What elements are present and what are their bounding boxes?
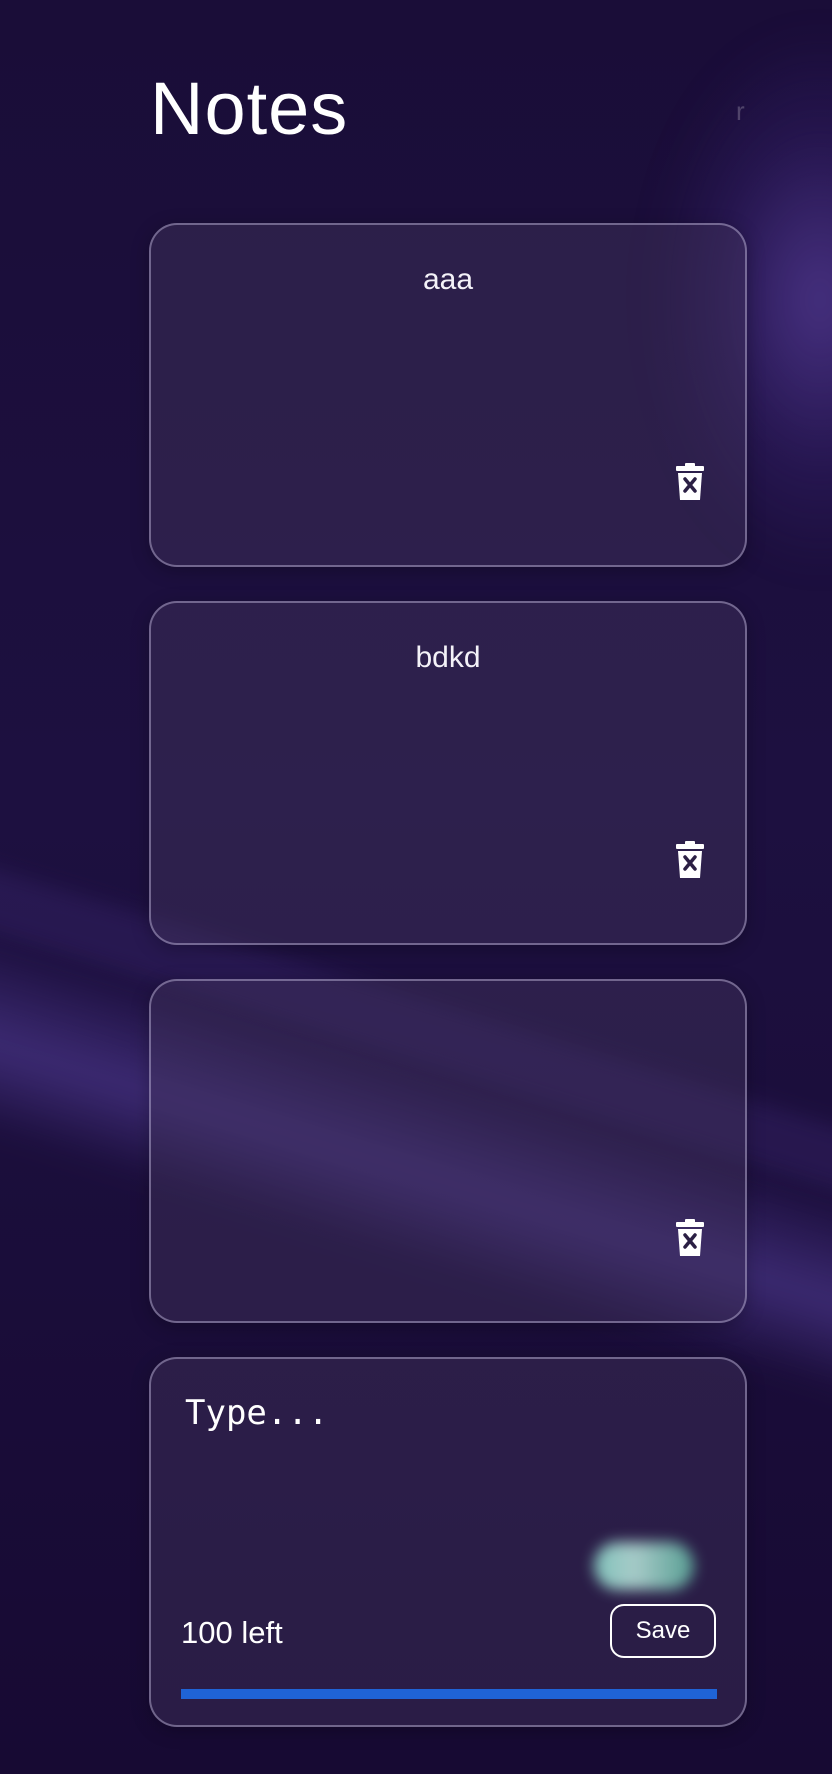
save-button[interactable]: Save [610,1604,716,1658]
blurred-toggle[interactable] [594,1542,694,1590]
note-text: bdkd [415,641,481,674]
trash-x-icon [676,841,704,878]
trash-x-icon [676,463,704,500]
delete-note-button[interactable] [675,1219,705,1257]
characters-left-label: 100 left [181,1615,283,1650]
note-card [149,979,747,1323]
delete-note-button[interactable] [675,841,705,879]
new-note-input[interactable] [185,1393,705,1543]
delete-note-button[interactable] [675,463,705,501]
character-progress-fill [181,1689,717,1699]
corner-text: r [736,96,745,126]
note-card: bdkd [149,601,747,945]
character-progress-bar [181,1689,717,1699]
trash-x-icon [676,1219,704,1256]
page-title: Notes [150,67,349,150]
note-text: aaa [422,263,474,296]
note-card: aaa [149,223,747,567]
new-note-card: 100 left Save [149,1357,747,1727]
